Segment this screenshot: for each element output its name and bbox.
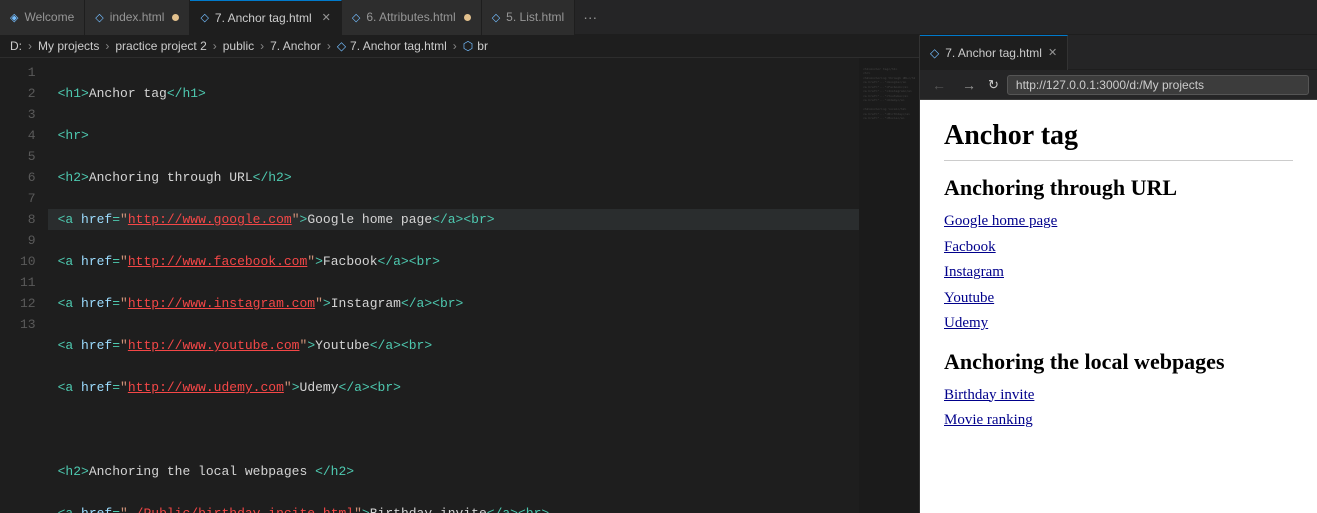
breadcrumb-filename: 7. Anchor tag.html	[350, 39, 447, 53]
breadcrumb-3d-icon: ⬡	[463, 39, 473, 53]
forward-button[interactable]: →	[958, 75, 980, 95]
tab-attributes-label: 6. Attributes.html	[366, 10, 455, 24]
tab-list[interactable]: ◇ 5. List.html	[482, 0, 576, 35]
tab-overflow-button[interactable]: ···	[575, 0, 605, 35]
preview-section1-heading: Anchoring through URL	[944, 175, 1293, 201]
preview-link-facebook[interactable]: Facbook	[944, 235, 1293, 261]
breadcrumb-practice: practice project 2	[115, 39, 206, 53]
breadcrumb-file: ◇ 7. Anchor tag.html	[337, 39, 447, 53]
tab-index-label: index.html	[110, 10, 165, 24]
breadcrumb-myprojects: My projects	[38, 39, 99, 53]
refresh-button[interactable]: ↻	[988, 77, 999, 93]
code-line-7: <a href="http://www.youtube.com">Youtube…	[48, 335, 859, 356]
tab-index[interactable]: ◇ index.html	[85, 0, 190, 35]
address-bar[interactable]	[1007, 75, 1309, 95]
tab-list-label: 5. List.html	[506, 10, 564, 24]
minimap: <h1>Anchor tag</h1> <hr> <h2>Anchoring t…	[859, 58, 919, 513]
code-line-10: <h2>Anchoring the local webpages </h2>	[48, 461, 859, 482]
tab-bar: ◈ Welcome ◇ index.html ◇ 7. Anchor tag.h…	[0, 0, 1317, 35]
preview-link-google[interactable]: Google home page	[944, 209, 1293, 235]
tab-attributes[interactable]: ◇ 6. Attributes.html	[342, 0, 482, 35]
code-line-4: <a href="http://www.google.com">Google h…	[48, 209, 859, 230]
preview-tab-bar: ◇ 7. Anchor tag.html ✕	[920, 35, 1317, 70]
preview-toolbar: ← → ↻	[920, 70, 1317, 100]
preview-link-birthday[interactable]: Birthday invite	[944, 383, 1293, 409]
preview-tab-anchor[interactable]: ◇ 7. Anchor tag.html ✕	[920, 35, 1068, 70]
tab-index-dot	[172, 14, 179, 21]
breadcrumb-public: public	[223, 39, 254, 53]
tab-index-icon: ◇	[95, 11, 103, 24]
back-button[interactable]: ←	[928, 75, 950, 95]
line-numbers: 1 2 3 4 5 6 7 8 9 10 11 12 13	[0, 58, 48, 513]
preview-tab-close[interactable]: ✕	[1048, 46, 1057, 59]
preview-section2-heading: Anchoring the local webpages	[944, 349, 1293, 375]
code-line-11: <a href="./Public/birthday incite.html">…	[48, 503, 859, 513]
code-line-3: <h2>Anchoring through URL</h2>	[48, 167, 859, 188]
tab-welcome-label: Welcome	[24, 10, 74, 24]
code-line-9	[48, 419, 859, 440]
preview-pane: ◇ 7. Anchor tag.html ✕ ← → ↻ Anchor tag …	[920, 35, 1317, 513]
breadcrumb-br: br	[477, 39, 488, 53]
preview-hr	[944, 160, 1293, 161]
code-content: <h1>Anchor tag</h1> <hr> <h2>Anchoring t…	[48, 58, 859, 513]
tab-anchor-icon: ◇	[200, 11, 208, 24]
code-line-1: <h1>Anchor tag</h1>	[48, 83, 859, 104]
code-line-2: <hr>	[48, 125, 859, 146]
preview-link-instagram[interactable]: Instagram	[944, 260, 1293, 286]
preview-link-udemy[interactable]: Udemy	[944, 311, 1293, 337]
preview-link-movie[interactable]: Movie ranking	[944, 408, 1293, 434]
tab-attributes-icon: ◇	[352, 11, 360, 24]
breadcrumb-anchor-folder: 7. Anchor	[270, 39, 321, 53]
tab-list-icon: ◇	[492, 11, 500, 24]
tab-anchor[interactable]: ◇ 7. Anchor tag.html ✕	[190, 0, 341, 35]
main-content: D: › My projects › practice project 2 › …	[0, 35, 1317, 513]
code-line-6: <a href="http://www.instagram.com">Insta…	[48, 293, 859, 314]
tab-anchor-label: 7. Anchor tag.html	[215, 11, 312, 25]
tab-attributes-dot	[464, 14, 471, 21]
preview-heading: Anchor tag	[944, 120, 1293, 152]
code-line-8: <a href="http://www.udemy.com">Udemy</a>…	[48, 377, 859, 398]
preview-tab-icon: ◇	[930, 46, 939, 60]
tab-welcome[interactable]: ◈ Welcome	[0, 0, 85, 35]
editor-pane: D: › My projects › practice project 2 › …	[0, 35, 920, 513]
preview-content: Anchor tag Anchoring through URL Google …	[920, 100, 1317, 513]
minimap-code: <h1>Anchor tag</h1> <hr> <h2>Anchoring t…	[863, 62, 915, 125]
tab-anchor-close[interactable]: ✕	[322, 11, 331, 24]
code-area[interactable]: 1 2 3 4 5 6 7 8 9 10 11 12 13 <h1>Anchor…	[0, 58, 919, 513]
code-line-5: <a href="http://www.facebook.com">Facboo…	[48, 251, 859, 272]
tab-welcome-icon: ◈	[10, 11, 18, 24]
breadcrumb-d: D:	[10, 39, 22, 53]
preview-link-youtube[interactable]: Youtube	[944, 286, 1293, 312]
breadcrumb-file-icon: ◇	[337, 39, 346, 53]
breadcrumb: D: › My projects › practice project 2 › …	[0, 35, 919, 58]
preview-tab-label: 7. Anchor tag.html	[945, 46, 1042, 60]
